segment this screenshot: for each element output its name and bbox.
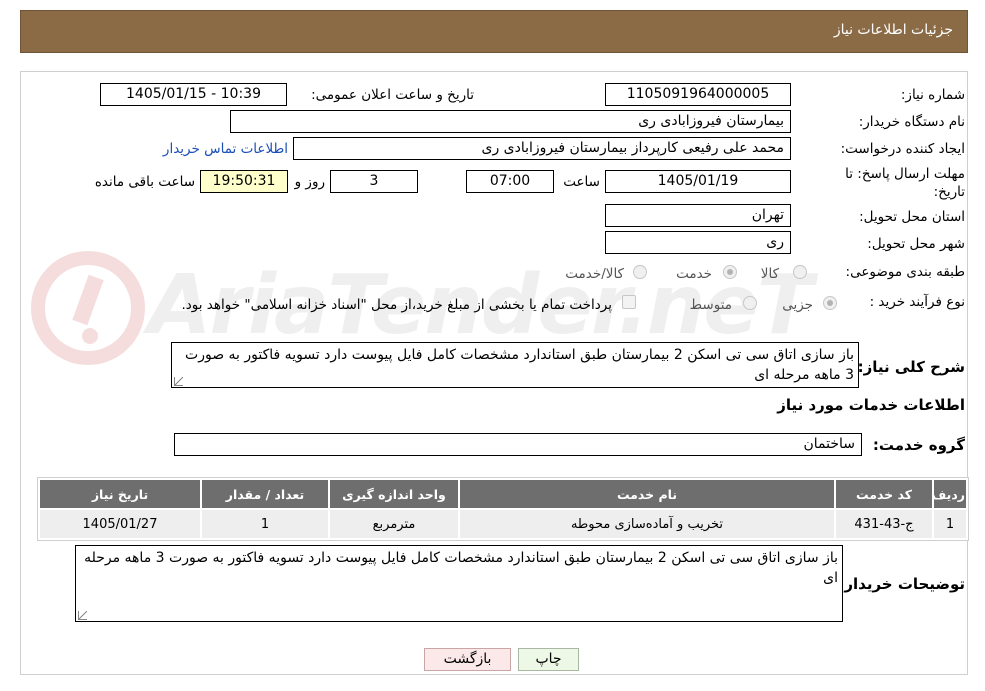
page-header: جزئیات اطلاعات نیاز [20,10,968,53]
need-number-field: 1105091964000005 [605,83,791,106]
category-service-label: خدمت [676,266,712,282]
col-header-service-name: نام خدمت [458,478,836,510]
process-minor-label: جزیی [782,297,813,313]
table-header-row: ردیف کد خدمت نام خدمت واحد اندازه گیری ت… [38,478,968,510]
remaining-time-label: ساعت باقی مانده [94,174,195,190]
cell-need-date: 1405/01/27 [38,508,202,540]
resize-grip-icon[interactable] [174,377,183,386]
deadline-label-date: تاریخ: [933,184,965,200]
col-header-unit: واحد اندازه گیری [328,478,460,510]
back-button[interactable]: بازگشت [424,648,511,671]
city-field: ری [605,231,791,254]
deadline-label: مهلت ارسال پاسخ: تا [845,166,965,182]
cell-row-number: 1 [932,508,968,540]
requester-label: ایجاد کننده درخواست: [840,141,965,157]
deadline-time-field: 07:00 [466,170,554,193]
days-label: روز و [294,174,325,190]
city-label: شهر محل تحویل: [867,236,965,252]
table-row: 1 ج-43-431 تخریب و آماده‌سازی محوطه مترم… [38,508,968,540]
days-remaining-field: 3 [330,170,418,193]
cell-service-code: ج-43-431 [834,508,934,540]
process-minor-radio[interactable] [823,296,837,310]
resize-grip-icon[interactable] [78,611,87,620]
col-header-need-date: تاریخ نیاز [38,478,202,510]
remaining-time-field: 19:50:31 [200,170,288,193]
service-group-field: ساختمان [174,433,862,456]
buyer-org-label: نام دستگاه خریدار: [858,114,965,130]
service-group-label: گروه خدمت: [872,436,965,454]
deadline-date-field: 1405/01/19 [605,170,791,193]
col-header-quantity: تعداد / مقدار [200,478,330,510]
services-section-title: اطلاعات خدمات مورد نیاز [777,396,965,414]
summary-text: باز سازی اتاق سی تی اسکن 2 بیمارستان طبق… [185,347,854,383]
buyer-org-field: بیمارستان فیروزابادی ری [230,110,791,133]
province-label: استان محل تحویل: [859,209,965,225]
buyer-notes-textarea[interactable]: باز سازی اتاق سی تی اسکن 2 بیمارستان طبق… [75,545,843,622]
category-goods-service-radio[interactable] [633,265,647,279]
province-field: تهران [605,204,791,227]
cell-quantity: 1 [200,508,330,540]
summary-label: شرح کلی نیاز: [857,358,965,376]
cell-unit: مترمربع [328,508,460,540]
need-number-label: شماره نیاز: [900,87,965,103]
services-table: ردیف کد خدمت نام خدمت واحد اندازه گیری ت… [37,477,969,541]
deadline-time-label: ساعت [563,174,600,190]
page-title: جزئیات اطلاعات نیاز [833,22,953,38]
process-medium-radio[interactable] [743,296,757,310]
print-button[interactable]: چاپ [518,648,579,671]
col-header-row-number: ردیف [932,478,968,510]
category-service-radio[interactable] [723,265,737,279]
category-goods-service-label: کالا/خدمت [565,266,624,282]
treasury-payment-note: پرداخت تمام یا بخشی از مبلغ خرید،از محل … [181,297,612,313]
category-label: طبقه بندی موضوعی: [845,264,965,280]
category-goods-label: کالا [760,266,779,282]
requester-field: محمد علی رفیعی کارپرداز بیمارستان فیروزا… [293,137,791,160]
buyer-notes-text: باز سازی اتاق سی تی اسکن 2 بیمارستان طبق… [84,550,838,586]
category-goods-radio[interactable] [793,265,807,279]
summary-textarea[interactable]: باز سازی اتاق سی تی اسکن 2 بیمارستان طبق… [171,342,859,388]
announce-date-field: 1405/01/15 - 10:39 [100,83,287,106]
col-header-service-code: کد خدمت [834,478,934,510]
buyer-notes-label: توضیحات خریدار: [838,575,965,593]
treasury-payment-checkbox[interactable] [622,295,636,309]
process-label: نوع فرآیند خرید : [869,294,965,310]
buyer-contact-link[interactable]: اطلاعات تماس خریدار [163,141,288,157]
announce-date-label: تاریخ و ساعت اعلان عمومی: [311,87,474,103]
process-medium-label: متوسط [689,297,732,313]
cell-service-name: تخریب و آماده‌سازی محوطه [458,508,836,540]
